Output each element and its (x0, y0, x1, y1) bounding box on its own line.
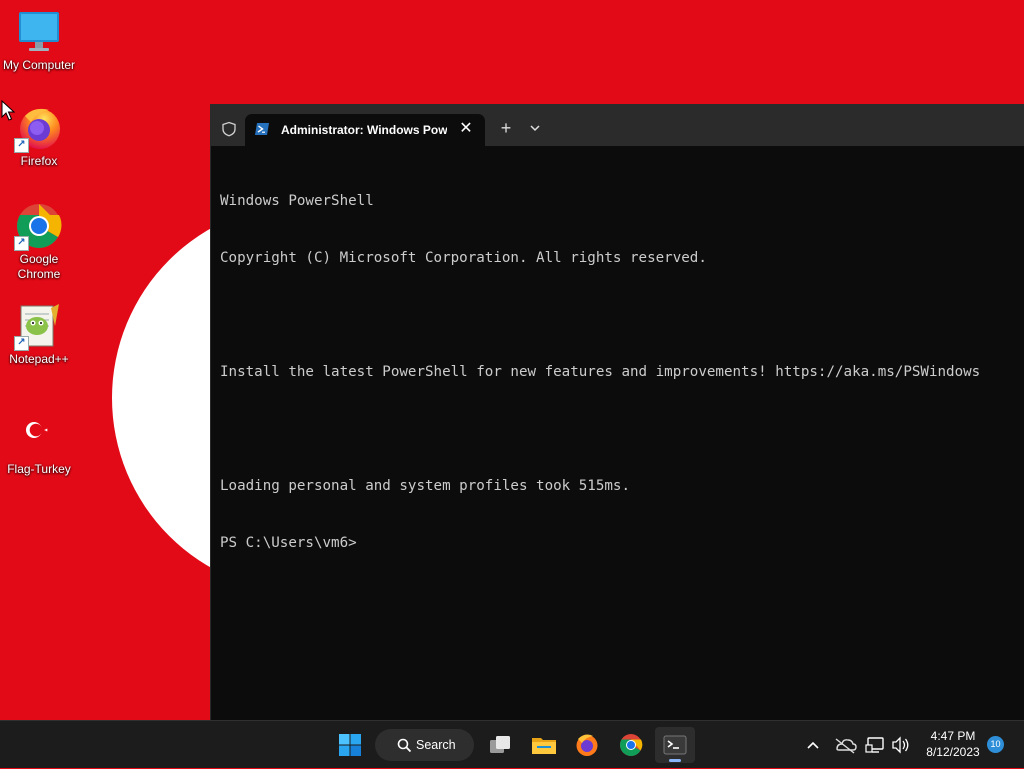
console-line: Windows PowerShell (220, 193, 374, 209)
console-line: Loading personal and system profiles too… (220, 478, 630, 494)
console-line: Copyright (C) Microsoft Corporation. All… (220, 250, 707, 266)
network-button[interactable] (864, 721, 888, 769)
volume-button[interactable] (890, 721, 912, 769)
turkey-flag-icon (15, 412, 63, 460)
show-hidden-icons-button[interactable] (800, 721, 826, 769)
terminal-titlebar[interactable]: Administrator: Windows Powe ✕ + (211, 104, 1024, 146)
notification-badge[interactable]: 10 (987, 736, 1004, 753)
desktop-icon-my-computer[interactable]: My Computer (0, 8, 78, 73)
monitor-icon (15, 8, 63, 56)
chevron-up-icon (807, 741, 819, 749)
shield-icon (222, 121, 236, 137)
console-line: Install the latest PowerShell for new fe… (220, 364, 981, 380)
desktop-icon-label: Firefox (20, 154, 58, 168)
tab-title: Administrator: Windows Powe (281, 123, 447, 137)
desktop-icon-label: Google Chrome (17, 252, 61, 281)
powershell-icon (255, 123, 269, 135)
search-icon (397, 738, 412, 753)
close-tab-button[interactable]: ✕ (455, 118, 477, 140)
terminal-icon (663, 735, 687, 755)
desktop-icon-notepad-plus-plus[interactable]: ↗ Notepad++ (0, 302, 78, 367)
clock-time: 4:47 PM (930, 729, 976, 743)
desktop-icon-label: My Computer (2, 58, 76, 72)
chevron-down-icon[interactable] (524, 117, 546, 139)
desktop-icon-label: Notepad++ (9, 352, 69, 366)
desktop-icon-label: Flag-Turkey (7, 462, 71, 476)
firefox-icon: ↗ (14, 104, 63, 153)
task-view-icon (490, 736, 510, 753)
onedrive-button[interactable] (832, 721, 858, 769)
task-view-button[interactable] (480, 727, 520, 763)
network-icon (865, 737, 884, 753)
taskbar: Search 4:47 PM 8/12/2023 10 (0, 720, 1024, 768)
desktop-icon-google-chrome[interactable]: ↗ Google Chrome (0, 202, 78, 282)
new-tab-button[interactable]: + (495, 117, 517, 139)
taskbar-search-button[interactable]: Search (375, 729, 474, 761)
chrome-icon (620, 734, 643, 756)
start-button[interactable] (330, 727, 370, 763)
taskbar-clock[interactable]: 4:47 PM 8/12/2023 (918, 728, 988, 760)
active-app-indicator (669, 759, 681, 762)
taskbar-firefox-button[interactable] (567, 727, 607, 763)
mouse-cursor-icon (1, 100, 15, 121)
shortcut-arrow-icon: ↗ (14, 138, 29, 153)
shortcut-arrow-icon: ↗ (14, 236, 29, 251)
shortcut-arrow-icon: ↗ (14, 336, 29, 351)
tab-windows-powershell[interactable]: Administrator: Windows Powe ✕ (245, 114, 485, 146)
clock-date: 8/12/2023 (926, 745, 980, 759)
desktop-icon-flag-turkey[interactable]: Flag-Turkey (0, 412, 78, 477)
windows-start-icon (339, 734, 361, 756)
console-output[interactable]: Windows PowerShell Copyright (C) Microso… (220, 154, 1020, 591)
file-explorer-icon (532, 738, 556, 754)
notepad-plus-plus-icon: ↗ (14, 302, 63, 351)
taskbar-terminal-button[interactable] (655, 727, 695, 763)
chrome-icon: ↗ (14, 202, 63, 251)
search-label: Search (416, 738, 456, 752)
terminal-window[interactable]: Administrator: Windows Powe ✕ + Windows … (211, 104, 1024, 720)
console-prompt[interactable]: PS C:\Users\vm6> (220, 534, 1020, 553)
onedrive-icon (835, 738, 857, 754)
taskbar-chrome-button[interactable] (611, 727, 651, 763)
volume-icon (892, 736, 909, 754)
firefox-icon (576, 734, 598, 756)
file-explorer-button[interactable] (523, 727, 563, 763)
